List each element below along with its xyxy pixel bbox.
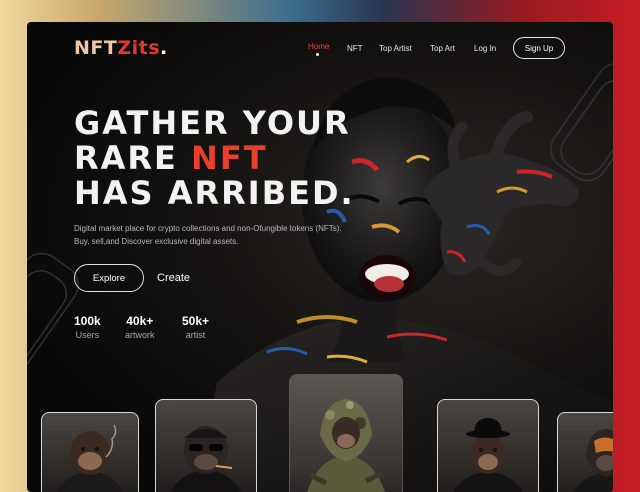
nft-card-ape-red-hood[interactable] [557, 412, 613, 492]
ape-red-hood-icon [573, 429, 613, 492]
create-button[interactable]: Create [157, 272, 190, 284]
ape-bowler-hat-icon [453, 418, 523, 492]
stat-value: 50k+ [182, 314, 210, 328]
nft-card-ape-sunglasses-cigar[interactable] [155, 399, 257, 492]
stat-label: artwork [125, 330, 155, 340]
nft-card-ape-bowler-hat[interactable] [437, 399, 539, 492]
ape-camo-icon [307, 399, 385, 492]
stat-label: artist [185, 330, 206, 340]
ape-smoking-icon [56, 424, 124, 492]
headline-accent-nft: NFT [191, 139, 268, 177]
signup-button[interactable]: Sign Up [513, 37, 565, 59]
nav-item-login[interactable]: Log In [474, 44, 496, 53]
nav-active-indicator [316, 53, 319, 56]
logo-text-part1: NFT [74, 37, 118, 59]
stat-label: Users [75, 330, 100, 340]
nft-card-ape-camo-hood[interactable] [289, 374, 403, 492]
headline-line-2-text: RARE [74, 139, 192, 177]
stat-value: 40k+ [126, 314, 154, 328]
ape-sunglasses-icon [170, 426, 242, 492]
nav-item-top-art[interactable]: Top Art [430, 44, 455, 53]
stat-value: 100k [74, 314, 101, 328]
logo-text-part2: Zits [117, 37, 161, 59]
nav-item-home[interactable]: Home [308, 42, 329, 51]
headline-line-2: RARE NFT [74, 141, 355, 176]
logo-dot: . [160, 37, 168, 59]
nav-item-nft[interactable]: NFT [347, 44, 363, 53]
nav-item-top-artist[interactable]: Top Artist [379, 44, 412, 53]
stat-artist: 50k+ artist [182, 314, 209, 340]
headline-line-3: HAS ARRIBED. [74, 174, 355, 212]
landing-page-frame: NFTZits. Home NFT Top Artist Top Art Log… [27, 22, 613, 492]
explore-button[interactable]: Explore [74, 264, 144, 292]
stat-users: 100k Users [74, 314, 101, 340]
hero-description: Digital market place for crypto collecti… [74, 224, 342, 246]
brand-logo[interactable]: NFTZits. [74, 37, 168, 59]
headline-line-1: GATHER YOUR [74, 104, 351, 142]
nft-card-ape-smoking-hoodie[interactable] [41, 412, 139, 492]
stat-artwork: 40k+ artwork [125, 314, 155, 340]
hero-headline: GATHER YOUR RARE NFT HAS ARRIBED. [74, 106, 355, 211]
